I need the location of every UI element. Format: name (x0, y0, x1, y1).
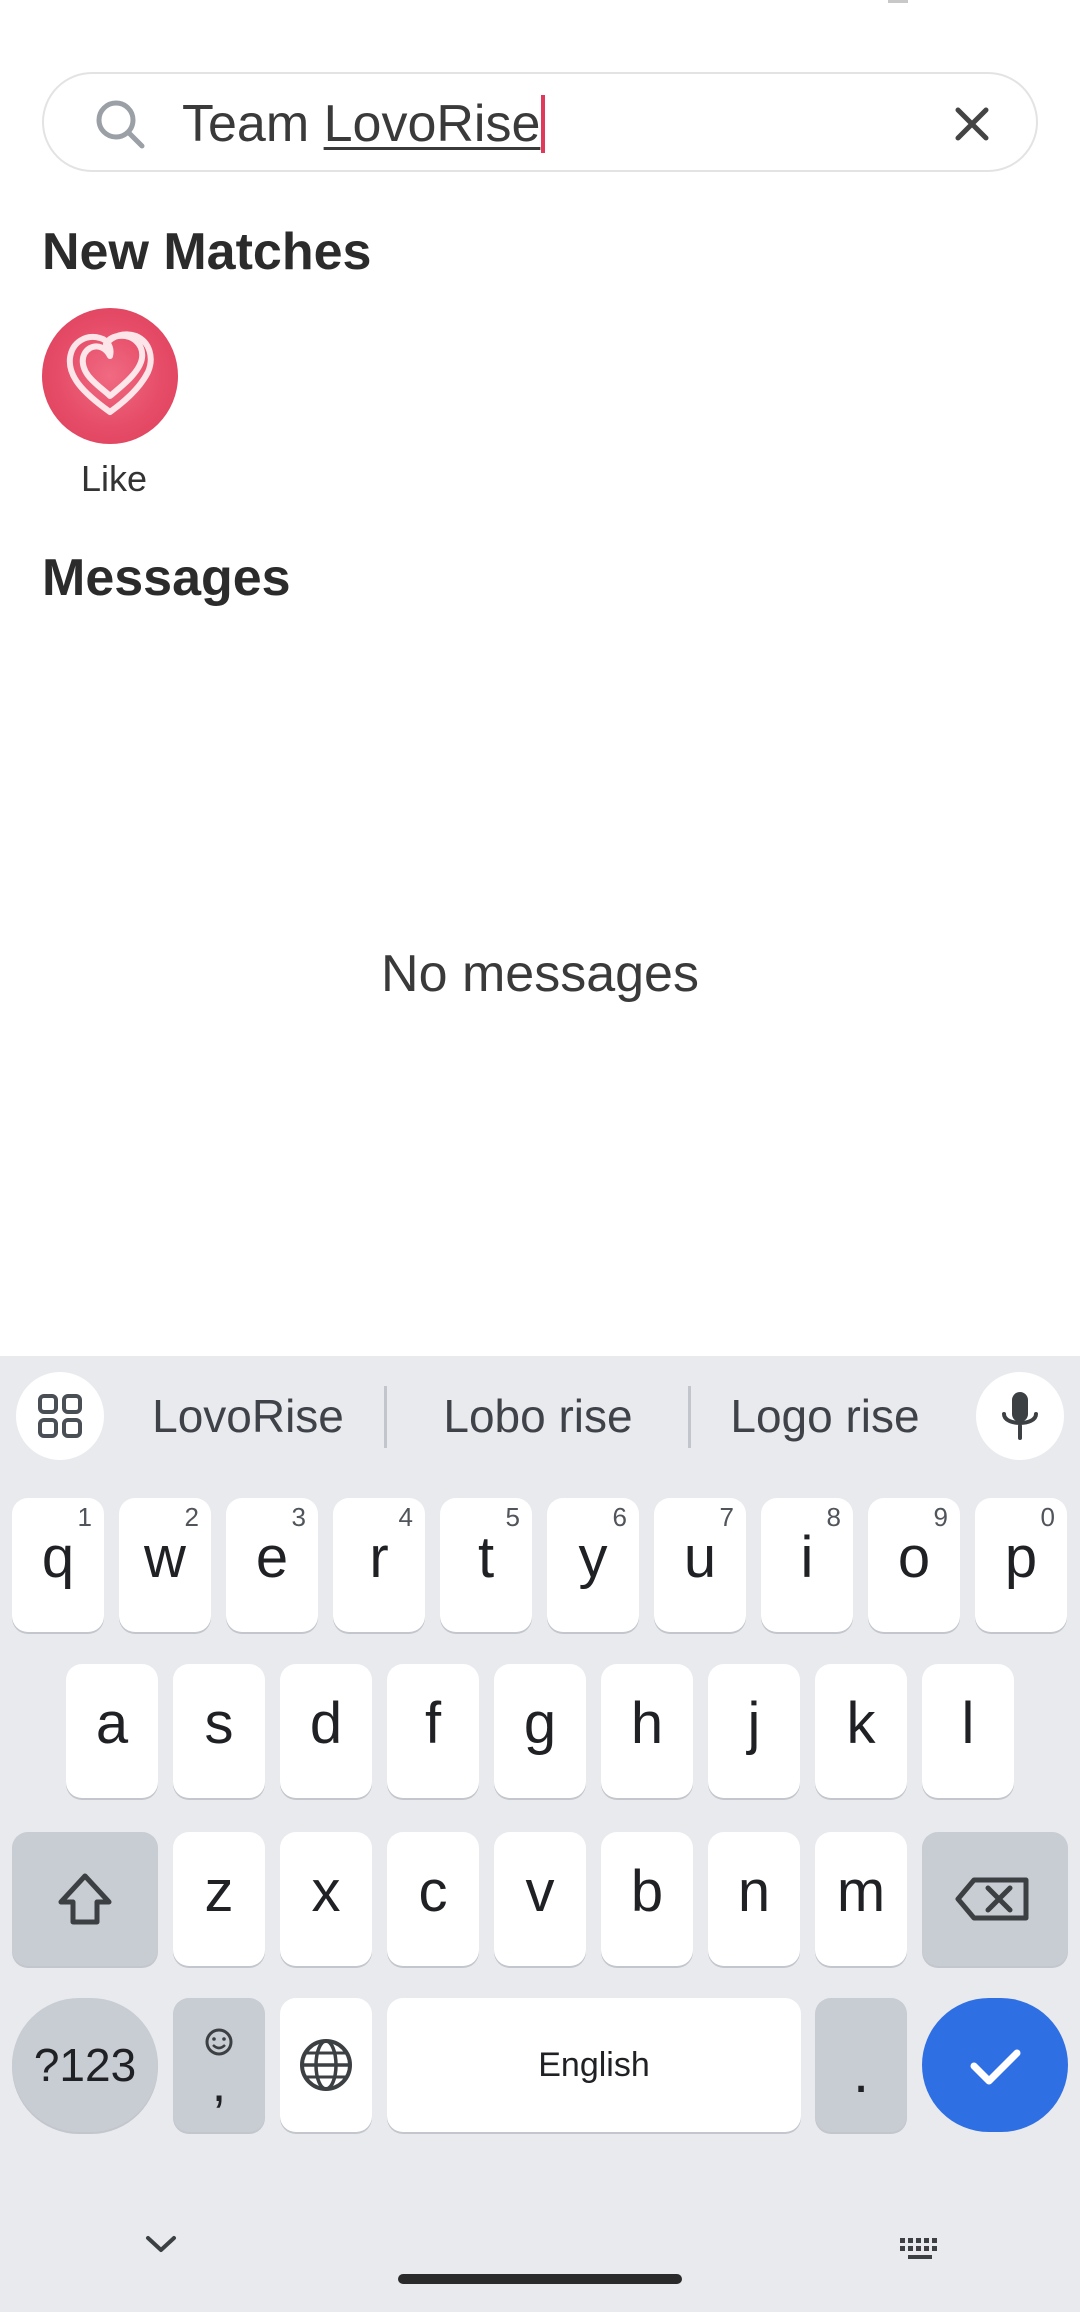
search-icon (96, 100, 145, 149)
key-f[interactable]: f (387, 1664, 479, 1798)
key-d[interactable]: d (280, 1664, 372, 1798)
key-n[interactable]: n (708, 1832, 800, 1966)
suggestion-3[interactable]: Logo rise (690, 1380, 960, 1452)
key-l[interactable]: l (922, 1664, 1014, 1798)
key-x[interactable]: x (280, 1832, 372, 1966)
key-a[interactable]: a (66, 1664, 158, 1798)
key-w[interactable]: w2 (119, 1498, 211, 1632)
key-g[interactable]: g (494, 1664, 586, 1798)
search-input[interactable]: Team LovoRise (182, 92, 546, 156)
text-cursor (541, 95, 546, 153)
key-y[interactable]: y6 (547, 1498, 639, 1632)
globe-icon (300, 2039, 352, 2091)
key-b[interactable]: b (601, 1832, 693, 1966)
comma-emoji-key[interactable]: , (173, 1998, 265, 2132)
shift-icon (58, 1873, 112, 1925)
key-c[interactable]: c (387, 1832, 479, 1966)
status-bar-fragment (888, 0, 908, 3)
match-label: Like (80, 458, 148, 499)
space-key[interactable]: English (387, 1998, 801, 2132)
search-input-text: Team (182, 95, 324, 153)
backspace-icon (955, 1877, 1029, 1921)
symbols-key[interactable]: ?123 (12, 1998, 158, 2132)
key-o[interactable]: o9 (868, 1498, 960, 1632)
key-u[interactable]: u7 (654, 1498, 746, 1632)
key-k[interactable]: k (815, 1664, 907, 1798)
keyboard-apps-button[interactable] (16, 1372, 104, 1460)
period-key[interactable]: . (815, 1998, 907, 2132)
key-r[interactable]: r4 (333, 1498, 425, 1632)
home-indicator[interactable] (398, 2274, 682, 2284)
grid-icon (38, 1394, 82, 1438)
heart-logo-icon (66, 331, 154, 415)
comma-label: , (211, 2055, 227, 2113)
new-matches-title: New Matches (42, 223, 372, 281)
match-avatar-like[interactable] (42, 308, 178, 444)
key-m[interactable]: m (815, 1832, 907, 1966)
voice-input-button[interactable] (976, 1372, 1064, 1460)
key-t[interactable]: t5 (440, 1498, 532, 1632)
key-e[interactable]: e3 (226, 1498, 318, 1632)
search-bar[interactable]: Team LovoRise (42, 72, 1038, 172)
key-s[interactable]: s (173, 1664, 265, 1798)
on-screen-keyboard: LovoRise Lobo rise Logo rise q1 w2 e3 r4… (0, 1356, 1080, 2312)
shift-key[interactable] (12, 1832, 158, 1966)
key-q[interactable]: q1 (12, 1498, 104, 1632)
key-i[interactable]: i8 (761, 1498, 853, 1632)
empty-messages-text: No messages (381, 945, 699, 1003)
suggestion-1[interactable]: LovoRise (110, 1380, 386, 1452)
key-h[interactable]: h (601, 1664, 693, 1798)
backspace-key[interactable] (922, 1832, 1068, 1966)
checkmark-icon (970, 2049, 1021, 2085)
keyboard-icon[interactable] (896, 2234, 944, 2264)
suggestion-bar: LovoRise Lobo rise Logo rise (0, 1356, 1080, 1476)
key-j[interactable]: j (708, 1664, 800, 1798)
language-key[interactable] (280, 1998, 372, 2132)
chevron-down-icon[interactable] (140, 2228, 182, 2258)
key-p[interactable]: p0 (975, 1498, 1067, 1632)
messages-title: Messages (42, 549, 291, 607)
suggestion-divider (384, 1386, 387, 1448)
search-input-composing-text: LovoRise (323, 95, 541, 153)
microphone-icon (1002, 1392, 1038, 1440)
key-v[interactable]: v (494, 1832, 586, 1966)
key-z[interactable]: z (173, 1832, 265, 1966)
close-icon[interactable] (948, 100, 996, 148)
suggestion-2[interactable]: Lobo rise (388, 1380, 688, 1452)
enter-key[interactable] (922, 1998, 1068, 2132)
